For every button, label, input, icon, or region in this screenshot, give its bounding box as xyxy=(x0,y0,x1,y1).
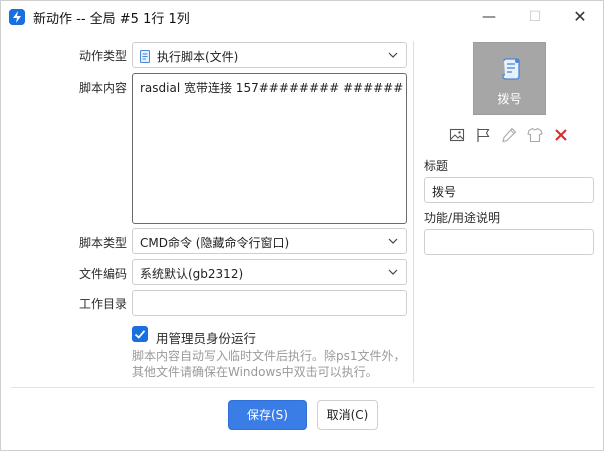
cancel-button[interactable]: 取消(C) xyxy=(317,400,378,430)
image-icon[interactable] xyxy=(449,127,465,143)
script-icon xyxy=(502,58,520,80)
shirt-icon[interactable] xyxy=(527,127,543,143)
file-encoding-select[interactable]: 系统默认(gb2312) xyxy=(132,259,407,285)
close-button[interactable]: ✕ xyxy=(557,1,603,33)
run-as-admin-checkbox[interactable] xyxy=(132,326,148,342)
script-type-label: 脚本类型 xyxy=(79,236,128,250)
title-field-label: 标题 xyxy=(424,159,449,173)
app-logo-icon xyxy=(9,9,25,25)
flag-icon[interactable] xyxy=(475,127,491,143)
checkmark-icon xyxy=(134,330,146,339)
work-dir-label: 工作目录 xyxy=(79,297,128,311)
script-content-label: 脚本内容 xyxy=(79,81,128,95)
script-content-textarea[interactable]: rasdial 宽带连接 157######## ###### xyxy=(132,73,407,224)
script-type-value: CMD命令 (隐藏命令行窗口) xyxy=(140,236,290,250)
file-encoding-value: 系统默认(gb2312) xyxy=(140,267,244,281)
preview-label: 拨号 xyxy=(497,92,522,106)
minimize-button[interactable]: — xyxy=(466,1,512,33)
action-type-text: 执行脚本(文件) xyxy=(157,50,239,64)
delete-icon[interactable] xyxy=(553,127,569,143)
script-file-icon xyxy=(140,50,150,63)
pen-icon[interactable] xyxy=(501,127,517,143)
chevron-down-icon xyxy=(388,238,398,244)
description-label: 功能/用途说明 xyxy=(424,211,501,225)
save-button[interactable]: 保存(S) xyxy=(228,400,307,430)
action-preview-tile[interactable]: 拨号 xyxy=(473,42,546,115)
work-dir-input[interactable] xyxy=(132,290,407,316)
script-type-select[interactable]: CMD命令 (隐藏命令行窗口) xyxy=(132,228,407,254)
window-title: 新动作 -- 全局 #5 1行 1列 xyxy=(33,12,190,27)
note-line-2: 其他文件请确保在Windows中双击可以执行。 xyxy=(132,365,378,379)
chevron-down-icon xyxy=(388,269,398,275)
file-encoding-label: 文件编码 xyxy=(79,267,128,281)
note-line-1: 脚本内容自动写入临时文件后执行。除ps1文件外， xyxy=(132,349,406,363)
run-as-admin-label[interactable]: 用管理员身份运行 xyxy=(156,328,256,347)
maximize-button[interactable]: ☐ xyxy=(512,1,558,33)
description-input[interactable] xyxy=(424,229,594,255)
footer-divider xyxy=(11,387,594,388)
title-input[interactable]: 拨号 xyxy=(424,177,594,203)
title-bar[interactable]: 新动作 -- 全局 #5 1行 1列 — ☐ ✕ xyxy=(1,1,603,33)
dialog-window: 新动作 -- 全局 #5 1行 1列 — ☐ ✕ 动作类型 执行脚本(文件) 脚… xyxy=(0,0,604,451)
action-type-label: 动作类型 xyxy=(79,49,128,63)
chevron-down-icon xyxy=(388,52,398,58)
action-type-value: 执行脚本(文件) xyxy=(140,48,238,65)
title-input-value: 拨号 xyxy=(432,185,457,199)
script-note: 脚本内容自动写入临时文件后执行。除ps1文件外， 其他文件请确保在Windows… xyxy=(132,348,412,380)
action-type-select[interactable]: 执行脚本(文件) xyxy=(132,42,407,68)
panel-divider xyxy=(413,41,414,383)
script-content-text: rasdial 宽带连接 157######## ###### xyxy=(140,81,404,95)
